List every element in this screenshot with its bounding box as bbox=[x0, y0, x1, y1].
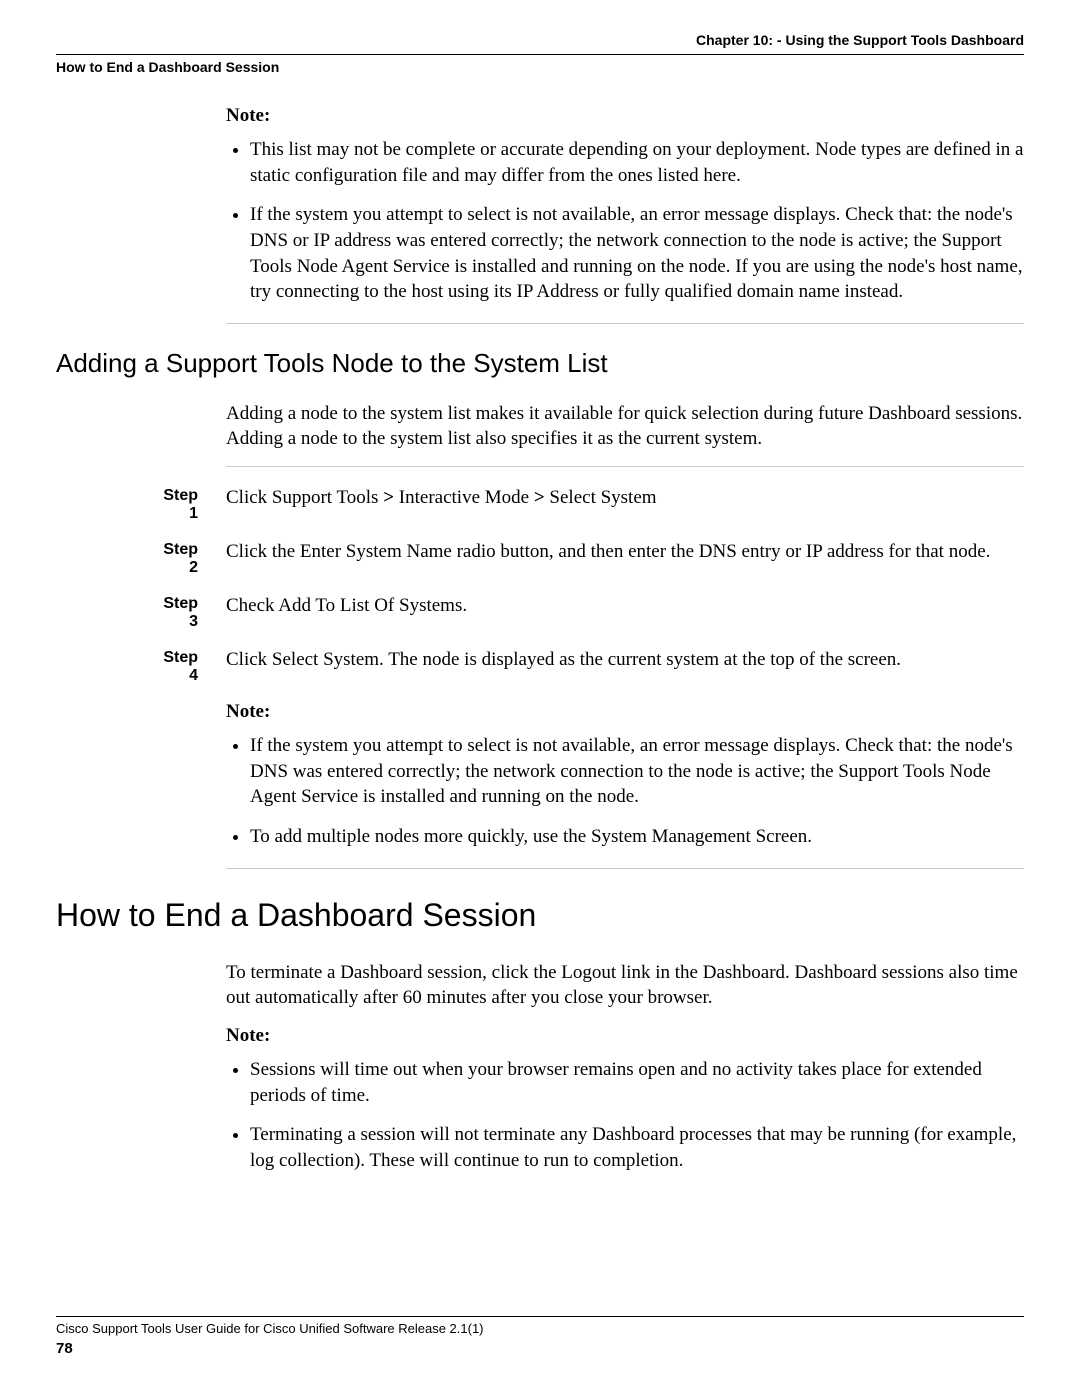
header-rule bbox=[56, 54, 1024, 55]
footer-rule bbox=[56, 1316, 1024, 1317]
breadcrumb-arrow-icon: > bbox=[383, 487, 394, 508]
step-label: Step 3 bbox=[56, 593, 226, 631]
section-intro: Adding a node to the system list makes i… bbox=[226, 401, 1024, 452]
note-bullet-list: Sessions will time out when your browser… bbox=[226, 1057, 1024, 1174]
section-divider bbox=[226, 323, 1024, 324]
footer-doc-title: Cisco Support Tools User Guide for Cisco… bbox=[56, 1321, 1024, 1336]
page-footer: Cisco Support Tools User Guide for Cisco… bbox=[56, 1316, 1024, 1357]
section-divider bbox=[226, 868, 1024, 869]
step-body: Click the Enter System Name radio button… bbox=[226, 539, 1024, 577]
note-label: Note: bbox=[226, 701, 1024, 723]
step-label: Step 1 bbox=[56, 485, 226, 523]
breadcrumb-arrow-icon: > bbox=[534, 487, 545, 508]
note-label: Note: bbox=[226, 105, 1024, 127]
note-bullet-list: If the system you attempt to select is n… bbox=[226, 733, 1024, 850]
step-row: Step 4 Click Select System. The node is … bbox=[56, 647, 1024, 685]
note-bullet: Terminating a session will not terminate… bbox=[250, 1122, 1024, 1173]
note-bullet: This list may not be complete or accurat… bbox=[250, 137, 1024, 188]
step-body: Click Support Tools > Interactive Mode >… bbox=[226, 485, 1024, 523]
step-row: Step 3 Check Add To List Of Systems. bbox=[56, 593, 1024, 631]
step-body: Click Select System. The node is display… bbox=[226, 647, 1024, 685]
note-bullet: To add multiple nodes more quickly, use … bbox=[250, 824, 1024, 850]
note-bullet: Sessions will time out when your browser… bbox=[250, 1057, 1024, 1108]
section-heading-adding-node: Adding a Support Tools Node to the Syste… bbox=[56, 348, 1024, 379]
header-subhead: How to End a Dashboard Session bbox=[56, 59, 1024, 75]
note-bullet: If the system you attempt to select is n… bbox=[250, 202, 1024, 305]
footer-page-number: 78 bbox=[56, 1340, 1024, 1357]
step-row: Step 1 Click Support Tools > Interactive… bbox=[56, 485, 1024, 523]
note-bullet: If the system you attempt to select is n… bbox=[250, 733, 1024, 810]
step-row: Step 2 Click the Enter System Name radio… bbox=[56, 539, 1024, 577]
section-heading-end-session: How to End a Dashboard Session bbox=[56, 897, 1024, 934]
chapter-header: Chapter 10: - Using the Support Tools Da… bbox=[56, 32, 1024, 48]
note-bullet-list: This list may not be complete or accurat… bbox=[226, 137, 1024, 305]
step-label: Step 2 bbox=[56, 539, 226, 577]
step-label: Step 4 bbox=[56, 647, 226, 685]
section-divider bbox=[226, 466, 1024, 467]
section-intro: To terminate a Dashboard session, click … bbox=[226, 960, 1024, 1011]
step-body: Check Add To List Of Systems. bbox=[226, 593, 1024, 631]
note-label: Note: bbox=[226, 1025, 1024, 1047]
